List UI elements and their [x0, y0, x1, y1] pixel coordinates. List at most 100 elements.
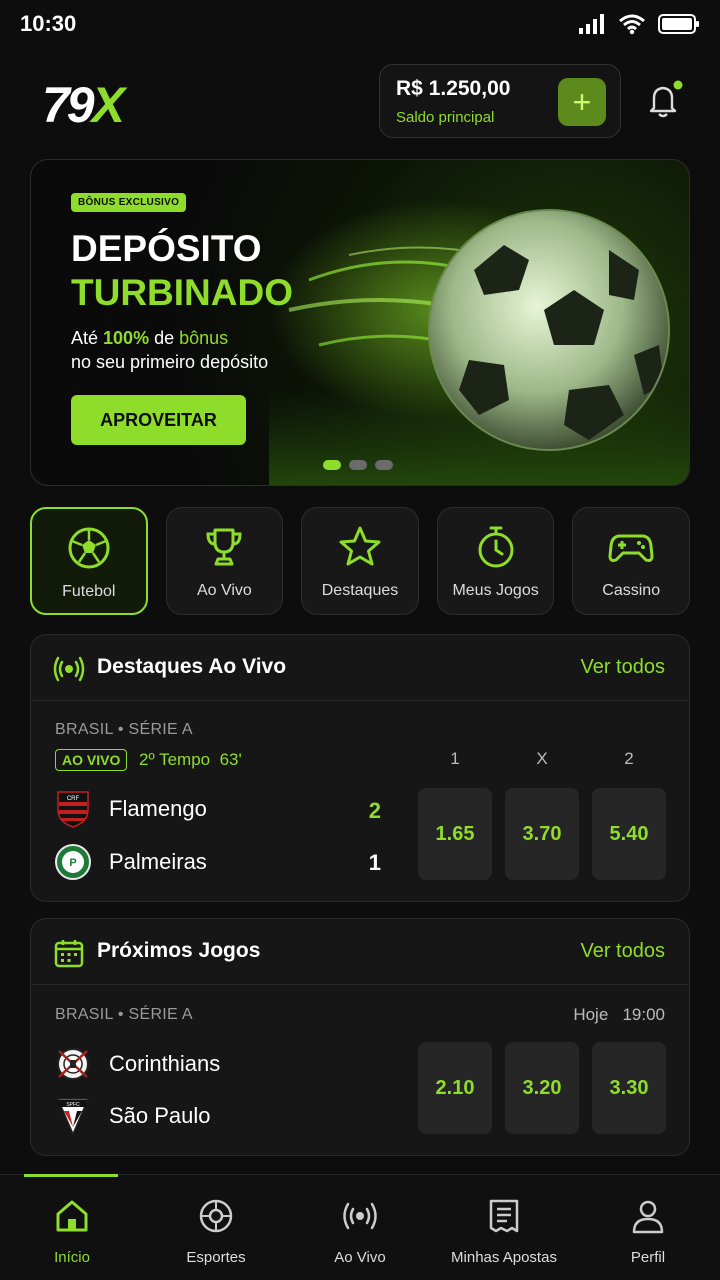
category-label: Futebol — [62, 583, 116, 600]
carousel-dot[interactable] — [375, 460, 393, 470]
odd-button-away[interactable]: 5.40 — [592, 788, 666, 880]
carousel-dot[interactable] — [323, 460, 341, 470]
notification-bell-icon[interactable] — [644, 80, 684, 120]
status-time: 10:30 — [20, 11, 77, 36]
balance-amount: R$ 1.250,00 — [396, 77, 511, 100]
logo-main: 79 — [42, 77, 95, 133]
league-name: BRASIL • SÉRIE A — [55, 1006, 193, 1023]
trophy-icon — [206, 528, 242, 566]
desc-prefix: Até — [71, 328, 104, 348]
desc-bonus: bônus — [179, 328, 229, 348]
app-header: 79X R$ 1.250,00 Saldo principal + — [30, 64, 690, 138]
star-icon — [339, 526, 381, 566]
match-time: 2º Tempo 63' — [139, 750, 242, 770]
category-label: Ao Vivo — [196, 582, 252, 599]
svg-text:SPFC: SPFC — [66, 1102, 80, 1108]
desc-mid: de — [149, 328, 180, 348]
exclusive-bonus-badge: BÔNUS EXCLUSIVO — [71, 193, 187, 212]
card-title: Destaques Ao Vivo — [97, 655, 287, 678]
soccer-ball-icon — [68, 527, 110, 569]
upcoming-games-card: Próximos Jogos Ver todos BRASIL • SÉRIE … — [30, 918, 690, 1156]
category-ao-vivo[interactable]: Ao Vivo — [165, 507, 284, 615]
live-broadcast-icon — [53, 656, 85, 682]
match-minute: 63' — [219, 750, 242, 769]
match-hour: 19:00 — [622, 1005, 665, 1024]
odds-header-away: 2 — [624, 749, 634, 768]
nav-minhas-apostas[interactable]: Minhas Apostas — [432, 1175, 576, 1280]
category-destaques[interactable]: Destaques — [301, 507, 419, 615]
team-name: São Paulo — [109, 1103, 211, 1128]
carousel-dots — [323, 460, 393, 470]
banner-description: Até 100% de bônus no seu primeiro depósi… — [71, 326, 268, 374]
odd-button-home[interactable]: 2.10 — [418, 1042, 492, 1134]
odd-button-away[interactable]: 3.30 — [592, 1042, 666, 1134]
home-icon — [56, 1200, 88, 1232]
category-futebol[interactable]: Futebol — [30, 507, 148, 615]
odd-button-draw[interactable]: 3.70 — [505, 788, 579, 880]
match-day: Hoje — [573, 1005, 609, 1024]
promo-banner[interactable]: BÔNUS EXCLUSIVO DEPÓSITO TURBINADO Até 1… — [30, 159, 690, 486]
broadcast-icon — [343, 1202, 377, 1230]
sao-paulo-crest-icon: SPFC — [56, 1098, 90, 1135]
palmeiras-crest-icon: P — [55, 844, 91, 880]
nav-label: Esportes — [186, 1249, 246, 1266]
match-period: 2º Tempo — [139, 750, 211, 769]
live-highlights-card: Destaques Ao Vivo Ver todos BRASIL • SÉR… — [30, 634, 690, 902]
home-score: 2 — [368, 798, 381, 823]
team-name: Palmeiras — [109, 849, 207, 874]
balance-label: Saldo principal — [396, 109, 495, 126]
soccer-ball-illustration — [269, 200, 689, 485]
signal-icon — [579, 14, 604, 34]
nav-ao-vivo[interactable]: Ao Vivo — [288, 1175, 432, 1280]
away-score: 1 — [368, 850, 381, 875]
corinthians-crest-icon — [57, 1048, 89, 1080]
carousel-dot[interactable] — [349, 460, 367, 470]
category-label: Cassino — [602, 582, 661, 599]
category-label: Destaques — [321, 582, 399, 599]
flamengo-crest-icon: CRF — [57, 791, 89, 828]
calendar-icon — [54, 940, 84, 968]
team-row-away: SPFC São Paulo — [55, 1097, 211, 1135]
team-row-home: CRF Flamengo — [55, 790, 207, 828]
odds-header-home: 1 — [450, 749, 460, 768]
card-header: Próximos Jogos Ver todos — [31, 919, 689, 985]
nav-perfil[interactable]: Perfil — [576, 1175, 720, 1280]
odd-button-draw[interactable]: 3.20 — [505, 1042, 579, 1134]
team-row-away: P Palmeiras — [55, 843, 207, 881]
odds-header-draw: X — [536, 749, 548, 768]
user-icon — [632, 1200, 664, 1234]
nav-label: Início — [54, 1249, 90, 1266]
odd-button-home[interactable]: 1.65 — [418, 788, 492, 880]
team-name: Corinthians — [109, 1051, 221, 1076]
category-meus-jogos[interactable]: Meus Jogos — [436, 507, 555, 615]
nav-esportes[interactable]: Esportes — [144, 1175, 288, 1280]
betslip-icon — [489, 1199, 519, 1233]
svg-text:CRF: CRF — [67, 796, 80, 802]
brand-logo[interactable]: 79X — [42, 76, 125, 134]
team-name: Flamengo — [109, 796, 207, 821]
league-name: BRASIL • SÉRIE A — [55, 721, 193, 738]
balance-widget[interactable]: R$ 1.250,00 Saldo principal + — [379, 64, 621, 138]
sports-ball-icon — [199, 1199, 233, 1233]
banner-title-line2: TURBINADO — [71, 272, 293, 313]
desc-line2: no seu primeiro depósito — [71, 352, 269, 372]
card-title: Próximos Jogos — [97, 939, 261, 962]
banner-title-line1: DEPÓSITO — [71, 228, 262, 269]
nav-inicio[interactable]: Início — [0, 1174, 144, 1280]
category-label: Meus Jogos — [452, 582, 539, 599]
category-tabs: Futebol Ao Vivo Destaques Meus Jogos Cas… — [30, 507, 690, 615]
match-schedule: Hoje 19:00 — [573, 1005, 665, 1025]
wifi-icon — [619, 14, 645, 35]
status-icons — [578, 13, 700, 35]
add-funds-button[interactable]: + — [558, 78, 606, 126]
claim-bonus-button[interactable]: APROVEITAR — [71, 395, 246, 445]
category-cassino[interactable]: Cassino — [572, 507, 690, 615]
see-all-live-link[interactable]: Ver todos — [580, 656, 665, 679]
live-badge: AO VIVO — [55, 749, 128, 771]
gamepad-icon — [608, 534, 654, 562]
nav-label: Perfil — [630, 1249, 666, 1266]
team-row-home: Corinthians — [55, 1045, 220, 1083]
bottom-navigation: Início Esportes Ao Vivo Minhas Apostas P… — [0, 1174, 720, 1280]
svg-text:P: P — [69, 857, 76, 869]
see-all-upcoming-link[interactable]: Ver todos — [580, 940, 665, 963]
